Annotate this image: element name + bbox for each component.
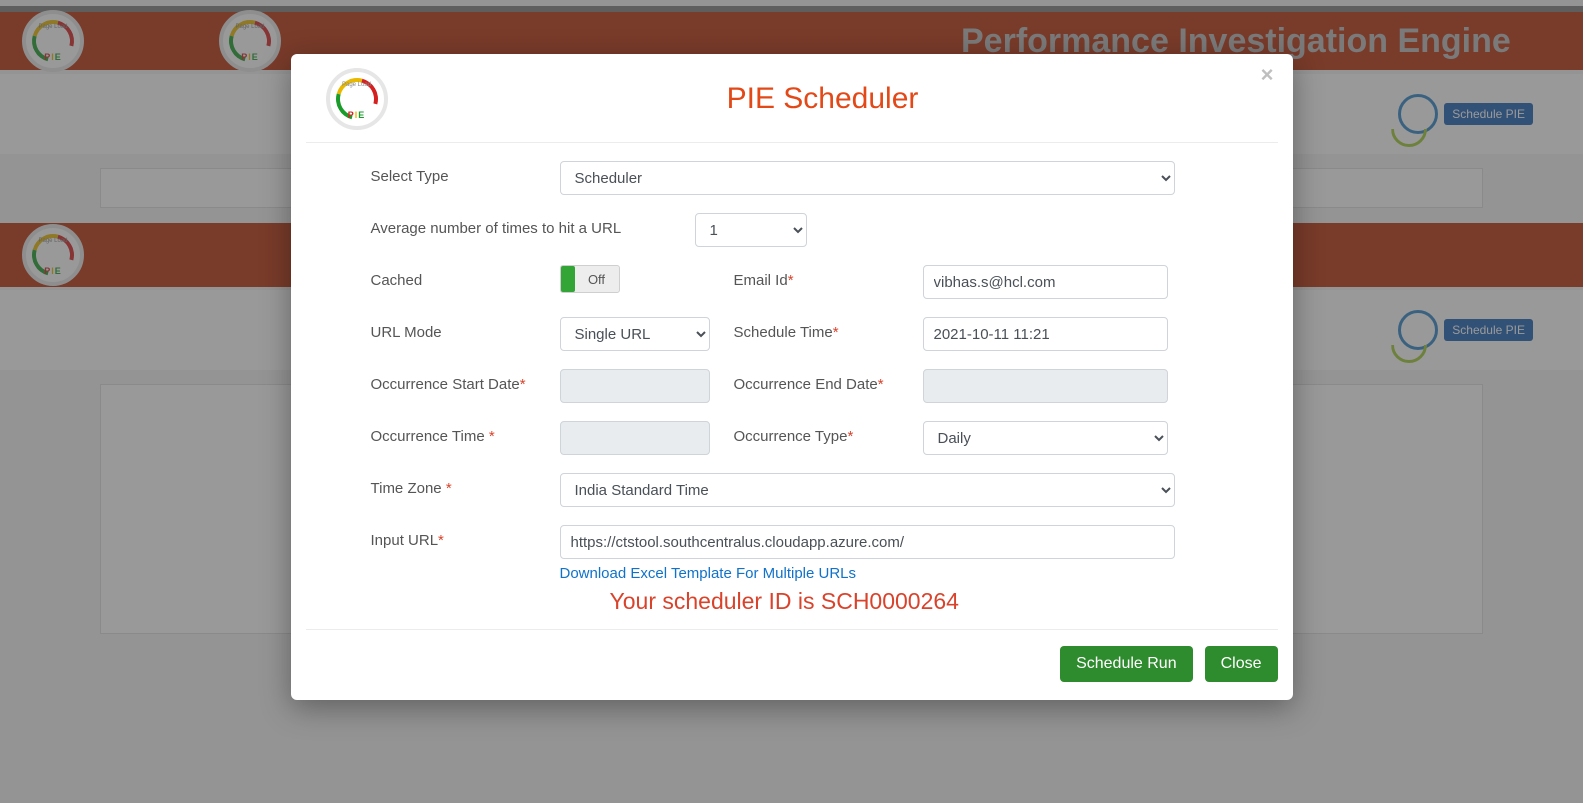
schedule-time-input[interactable] <box>923 317 1168 351</box>
label-select-type: Select Type <box>371 161 546 187</box>
email-input[interactable] <box>923 265 1168 299</box>
label-occ-start: Occurrence Start Date* <box>371 369 546 395</box>
schedule-run-button[interactable]: Schedule Run <box>1060 646 1193 682</box>
label-occ-type: Occurrence Type* <box>734 421 909 447</box>
close-button[interactable]: Close <box>1205 646 1278 682</box>
label-occ-time: Occurrence Time * <box>371 421 546 447</box>
label-email: Email Id* <box>734 265 909 291</box>
label-schedule-time: Schedule Time* <box>734 317 909 343</box>
input-url-field[interactable] <box>560 525 1175 559</box>
cached-toggle[interactable]: Off <box>560 265 620 293</box>
label-input-url: Input URL* <box>371 525 546 551</box>
select-type-dropdown[interactable]: Scheduler <box>560 161 1175 195</box>
cached-toggle-label: Off <box>575 272 619 287</box>
url-mode-dropdown[interactable]: Single URL <box>560 317 710 351</box>
label-cached: Cached <box>371 265 546 291</box>
label-occ-end: Occurrence End Date* <box>734 369 909 395</box>
close-icon[interactable]: × <box>1261 62 1274 88</box>
label-time-zone: Time Zone * <box>371 473 546 499</box>
time-zone-dropdown[interactable]: India Standard Time <box>560 473 1175 507</box>
occ-start-input[interactable] <box>560 369 710 403</box>
modal-title: PIE Scheduler <box>388 82 1258 116</box>
download-template-link[interactable]: Download Excel Template For Multiple URL… <box>560 565 1175 582</box>
occ-time-input[interactable] <box>560 421 710 455</box>
scheduler-id-result: Your scheduler ID is SCH0000264 <box>610 588 1175 615</box>
pie-scheduler-modal: Page Load PIE PIE Scheduler × Select Typ… <box>291 54 1293 700</box>
avg-hits-dropdown[interactable]: 1 <box>695 213 807 247</box>
gauge-logo-icon: Page Load PIE <box>326 68 388 130</box>
label-avg-hits: Average number of times to hit a URL <box>371 213 681 239</box>
occ-end-input[interactable] <box>923 369 1168 403</box>
label-url-mode: URL Mode <box>371 317 546 343</box>
occ-type-dropdown[interactable]: Daily <box>923 421 1168 455</box>
